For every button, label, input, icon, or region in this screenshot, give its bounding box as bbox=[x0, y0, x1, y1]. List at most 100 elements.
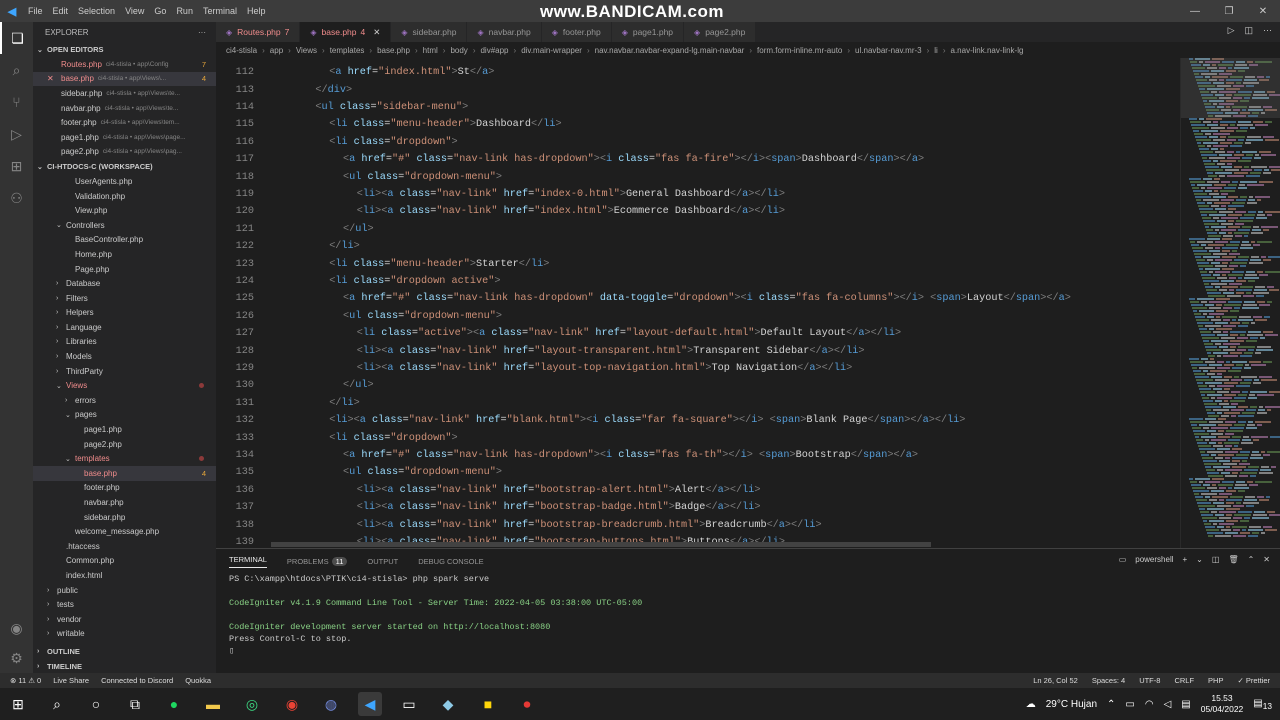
folder-item[interactable]: › Database bbox=[33, 276, 216, 291]
folder-item[interactable]: › ThirdParty bbox=[33, 364, 216, 379]
code-line[interactable]: 127 <li class="active"><a class="nav-link… bbox=[216, 325, 1180, 342]
folder-item[interactable]: ⌄ Views bbox=[33, 378, 216, 393]
file-item[interactable]: sidebar.php bbox=[33, 510, 216, 525]
file-item[interactable]: Common.php bbox=[33, 554, 216, 569]
tab-footer[interactable]: ◈ footer.php bbox=[541, 22, 612, 42]
tab-base[interactable]: ◈ base.php 4 ✕ bbox=[300, 22, 392, 42]
line-ending[interactable]: CRLF bbox=[1174, 676, 1194, 685]
code-line[interactable]: 130 </ul> bbox=[216, 377, 1180, 394]
menu-item-selection[interactable]: Selection bbox=[78, 6, 115, 16]
tab-navbar[interactable]: ◈ navbar.php bbox=[467, 22, 542, 42]
file-item[interactable]: BaseController.php bbox=[33, 233, 216, 248]
folder-item[interactable]: › Language bbox=[33, 320, 216, 335]
prettier-status[interactable]: ✓ Prettier bbox=[1237, 676, 1270, 685]
breadcrumb-item[interactable]: body bbox=[450, 46, 467, 55]
source-control-icon[interactable]: ⑂ bbox=[0, 86, 33, 118]
split-editor-icon[interactable]: ◫ bbox=[1244, 25, 1253, 36]
tab-Routes[interactable]: ◈ Routes.php 7 bbox=[216, 22, 301, 42]
file-item[interactable]: base.php 4 bbox=[33, 466, 216, 481]
discord-status[interactable]: Connected to Discord bbox=[101, 676, 173, 685]
encoding[interactable]: UTF-8 bbox=[1139, 676, 1160, 685]
file-item[interactable]: page1.php bbox=[33, 422, 216, 437]
chevron-up-icon[interactable]: ⌃ bbox=[1107, 699, 1115, 710]
open-editor-item[interactable]: ✕ base.php ci4-stisla • app\Views\... 4 bbox=[33, 71, 216, 87]
vscode-taskbar-icon[interactable]: ◀ bbox=[358, 692, 382, 716]
file-item[interactable]: View.php bbox=[33, 203, 216, 218]
volume-icon[interactable]: ◁ bbox=[1164, 699, 1172, 710]
timeline-section[interactable]: › TIMELINE bbox=[33, 659, 216, 673]
more-actions-icon[interactable]: ··· bbox=[198, 28, 206, 37]
weather-text[interactable]: 29°C Hujan bbox=[1046, 699, 1097, 710]
menu-item-view[interactable]: View bbox=[125, 6, 144, 16]
open-editor-item[interactable]: sidebar.php ci4-stisla • app\Views\te... bbox=[33, 86, 216, 101]
file-item[interactable]: Validation.php bbox=[33, 189, 216, 204]
code-line[interactable]: 131 </li> bbox=[216, 395, 1180, 412]
dropdown-icon[interactable]: ⌄ bbox=[1196, 555, 1203, 564]
maximize-panel-icon[interactable]: ⌃ bbox=[1248, 555, 1255, 564]
file-item[interactable]: Page.php bbox=[33, 262, 216, 277]
discord-icon[interactable]: ◍ bbox=[319, 692, 343, 716]
tab-debug-console[interactable]: DEBUG CONSOLE bbox=[418, 557, 483, 566]
tab-output[interactable]: OUTPUT bbox=[367, 557, 398, 566]
chrome-icon[interactable]: ◉ bbox=[280, 692, 304, 716]
code-line[interactable]: 124 <li class="dropdown active"> bbox=[216, 273, 1180, 290]
menu-item-go[interactable]: Go bbox=[154, 6, 166, 16]
breadcrumb-item[interactable]: html bbox=[423, 46, 438, 55]
file-item[interactable]: UserAgents.php bbox=[33, 174, 216, 189]
folder-item[interactable]: › vendor bbox=[33, 612, 216, 627]
code-line[interactable]: 135 <ul class="dropdown-menu"> bbox=[216, 464, 1180, 481]
code-line[interactable]: 128 <li><a class="nav-link" href="layout-… bbox=[216, 342, 1180, 359]
search-icon[interactable]: ⌕ bbox=[45, 692, 69, 716]
outline-section[interactable]: › OUTLINE bbox=[33, 644, 216, 659]
code-line[interactable]: 112 <a href="index.html">St</a> bbox=[216, 64, 1180, 81]
file-item[interactable]: page2.php bbox=[33, 437, 216, 452]
code-line[interactable]: 125 <a href="#" class="nav-link has-dropd… bbox=[216, 290, 1180, 307]
open-editor-item[interactable]: footer.php ci4-stisla • app\Views\tem... bbox=[33, 115, 216, 130]
network-icon[interactable]: ▭ bbox=[1125, 699, 1134, 710]
file-item[interactable]: .htaccess bbox=[33, 539, 216, 554]
breadcrumb-item[interactable]: a.nav-link.nav-link-lg bbox=[951, 46, 1024, 55]
problems-status[interactable]: ⊗ 11 ⚠ 0 bbox=[10, 676, 41, 685]
maximize-icon[interactable]: ❐ bbox=[1212, 0, 1246, 22]
editor-horizontal-scrollbar[interactable] bbox=[271, 542, 931, 547]
menu-item-run[interactable]: Run bbox=[176, 6, 193, 16]
code-editor[interactable]: 112 <a href="index.html">St</a> 113 </div> 1… bbox=[216, 58, 1180, 548]
code-line[interactable]: 113 </div> bbox=[216, 81, 1180, 98]
live-share-status[interactable]: Live Share bbox=[53, 676, 89, 685]
file-item[interactable]: footer.php bbox=[33, 481, 216, 496]
code-line[interactable]: 137 <li><a class="nav-link" href="bootstr… bbox=[216, 499, 1180, 516]
close-tab-icon[interactable]: ✕ bbox=[373, 27, 380, 38]
code-line[interactable]: 123 <li class="menu-header">Starter</li> bbox=[216, 255, 1180, 272]
shell-selector[interactable]: powershell bbox=[1135, 555, 1173, 564]
tab-terminal[interactable]: TERMINAL bbox=[229, 555, 267, 568]
minimize-icon[interactable]: — bbox=[1178, 0, 1212, 22]
breadcrumb-item[interactable]: ul.navbar-nav.mr-3 bbox=[855, 46, 922, 55]
folder-item[interactable]: ⌄ Controllers bbox=[33, 218, 216, 233]
minimap-slider[interactable] bbox=[1181, 58, 1280, 118]
search-icon[interactable]: ⌕ bbox=[0, 54, 33, 86]
settings-gear-icon[interactable]: ⚙ bbox=[0, 642, 33, 674]
sticky-notes-icon[interactable]: ■ bbox=[476, 692, 500, 716]
code-line[interactable]: 120 <li><a class="nav-link" href="index.h… bbox=[216, 203, 1180, 220]
code-line[interactable]: 114 <ul class="sidebar-menu"> bbox=[216, 99, 1180, 116]
file-item[interactable]: navbar.php bbox=[33, 495, 216, 510]
breadcrumb-item[interactable]: base.php bbox=[377, 46, 410, 55]
folder-item[interactable]: › Filters bbox=[33, 291, 216, 306]
folder-item[interactable]: › writable bbox=[33, 627, 216, 642]
explorer-icon[interactable]: ❏ bbox=[0, 22, 33, 54]
terminal-taskbar-icon[interactable]: ▭ bbox=[397, 692, 421, 716]
bandicam-record-icon[interactable]: ⏺ bbox=[515, 692, 539, 716]
menu-item-terminal[interactable]: Terminal bbox=[203, 6, 237, 16]
tab-problems[interactable]: PROBLEMS 11 bbox=[287, 557, 348, 566]
open-editors-section[interactable]: ⌄ OPEN EDITORS bbox=[33, 42, 216, 57]
menu-item-help[interactable]: Help bbox=[247, 6, 266, 16]
code-line[interactable]: 133 <li class="dropdown"> bbox=[216, 429, 1180, 446]
folder-item[interactable]: › Helpers bbox=[33, 306, 216, 321]
remote-explorer-icon[interactable]: ⚇ bbox=[0, 182, 33, 214]
folder-item[interactable]: › public bbox=[33, 583, 216, 598]
folder-item[interactable]: ⌄ templates bbox=[33, 451, 216, 466]
tab-sidebar[interactable]: ◈ sidebar.php bbox=[391, 22, 468, 42]
close-panel-icon[interactable]: ✕ bbox=[1263, 555, 1270, 564]
code-line[interactable]: 132 <li><a class="nav-link" href="blank.h… bbox=[216, 412, 1180, 429]
code-line[interactable]: 126 <ul class="dropdown-menu"> bbox=[216, 308, 1180, 325]
